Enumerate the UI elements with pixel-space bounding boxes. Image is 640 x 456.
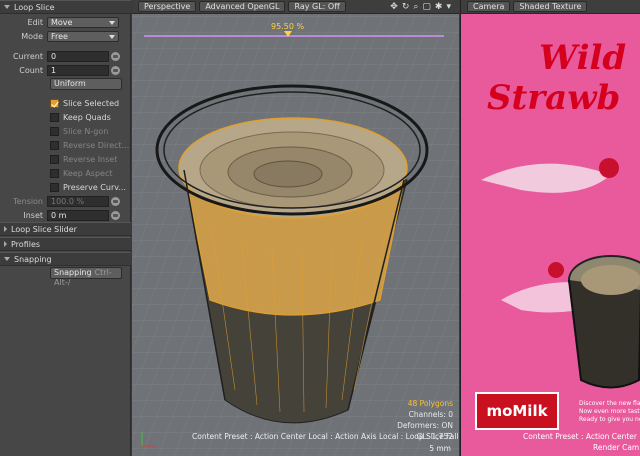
grid-unit: 5 mm	[429, 444, 451, 453]
rotate-view-icon[interactable]: ↻	[402, 2, 410, 12]
tension-field[interactable]: 100.0 %	[47, 195, 109, 207]
checkbox-icon	[50, 168, 59, 178]
slice-slider-value: 95.50 %	[271, 22, 305, 31]
spin-icon[interactable]	[111, 210, 120, 220]
spin-icon[interactable]	[111, 65, 120, 75]
uniform-button[interactable]: Uniform	[50, 78, 122, 90]
current-row: Current 0	[0, 49, 131, 63]
tab-shaded-texture[interactable]: Shaded Texture	[513, 1, 588, 12]
polygon-count: 48 Polygons	[407, 399, 453, 408]
channels-info: Channels: 0	[408, 410, 453, 419]
checkbox-icon	[50, 140, 59, 150]
checkbox-icon	[50, 126, 59, 136]
preserve-curvature-checkbox[interactable]: Preserve Curv...	[50, 181, 126, 193]
edit-label: Edit	[27, 17, 44, 27]
render-camera-text: Render Cam	[593, 443, 640, 452]
current-label: Current	[12, 51, 43, 61]
spin-icon[interactable]	[111, 196, 120, 206]
viewport-status-text: Content Preset : Action Center Local : A…	[192, 432, 459, 441]
zoom-icon[interactable]: ⌕	[413, 2, 418, 12]
tool-properties-panel: Loop Slice Edit Move Mode Free Current 0…	[0, 0, 131, 456]
spin-icon[interactable]	[111, 51, 120, 61]
dropdown-arrow-icon	[109, 34, 115, 39]
checkbox-checked-icon	[50, 98, 59, 108]
checkbox-icon	[50, 182, 59, 192]
reverse-direction-checkbox[interactable]: Reverse Direct...	[50, 139, 129, 151]
tension-row: Tension 100.0 %	[0, 194, 131, 208]
momilk-logo: moMilk	[475, 392, 559, 430]
strawberry-icon	[548, 262, 564, 278]
viewport-nav-icons: ✥ ↻ ⌕ ▢ ✱ ▾	[390, 2, 451, 12]
brand-title-line2: Strawb	[487, 78, 621, 118]
strawberry-icon	[599, 158, 619, 178]
section-loop-slice-slider[interactable]: Loop Slice Slider	[0, 222, 131, 236]
inset-field[interactable]: 0 m	[47, 209, 109, 221]
mode-label: Mode	[21, 31, 43, 41]
section-snapping[interactable]: Snapping	[0, 252, 131, 266]
expand-triangle-icon	[4, 257, 10, 261]
section-profiles[interactable]: Profiles	[0, 237, 131, 251]
menu-arrow-icon[interactable]: ▾	[446, 2, 451, 12]
section-loop-slice[interactable]: Loop Slice	[0, 0, 131, 14]
inset-label: Inset	[23, 210, 43, 220]
collapse-triangle-icon	[4, 241, 7, 247]
edit-row: Edit Move	[0, 15, 131, 29]
slice-ngon-checkbox[interactable]: Slice N-gon	[50, 125, 108, 137]
keep-aspect-checkbox[interactable]: Keep Aspect	[50, 167, 113, 179]
slice-slider-handle[interactable]	[284, 31, 292, 37]
edit-dropdown[interactable]: Move	[47, 16, 119, 28]
viewport-toolbar: Perspective Advanced OpenGL Ray GL: Off …	[132, 0, 459, 14]
render-status-text: Content Preset : Action Center Lo	[523, 432, 640, 441]
move-view-icon[interactable]: ✥	[390, 2, 398, 12]
checkbox-icon	[50, 112, 59, 122]
tension-label: Tension	[13, 196, 43, 206]
checkbox-icon	[50, 154, 59, 164]
expand-triangle-icon	[4, 5, 10, 9]
inset-row: Inset 0 m	[0, 208, 131, 222]
reverse-inset-checkbox[interactable]: Reverse Inset	[50, 153, 117, 165]
current-field[interactable]: 0	[47, 50, 109, 62]
snapping-button[interactable]: Snapping Ctrl-Alt-/	[50, 267, 122, 287]
gear-icon[interactable]: ✱	[435, 2, 443, 12]
keep-quads-checkbox[interactable]: Keep Quads	[50, 111, 111, 123]
slice-selected-checkbox[interactable]: Slice Selected	[50, 97, 119, 109]
fit-icon[interactable]: ▢	[422, 2, 431, 12]
render-toolbar: Camera Shaded Texture	[461, 0, 640, 14]
brand-title-line1: Wild	[539, 38, 627, 78]
collapse-triangle-icon	[4, 226, 7, 232]
viewport-canvas[interactable]	[132, 0, 459, 456]
deformers-info: Deformers: ON	[397, 421, 453, 430]
tab-ray-gl[interactable]: Ray GL: Off	[288, 1, 346, 12]
perspective-viewport[interactable]: Perspective Advanced OpenGL Ray GL: Off …	[132, 0, 459, 456]
tab-camera[interactable]: Camera	[467, 1, 511, 12]
mode-row: Mode Free	[0, 29, 131, 43]
tab-perspective[interactable]: Perspective	[138, 1, 197, 12]
tab-advanced-opengl[interactable]: Advanced OpenGL	[199, 1, 286, 12]
count-label: Count	[19, 65, 43, 75]
render-view[interactable]: Camera Shaded Texture Wild Strawb moMilk…	[460, 0, 640, 456]
slice-slider-track[interactable]	[144, 35, 444, 37]
section-title: Loop Slice	[14, 2, 55, 12]
dropdown-arrow-icon	[109, 20, 115, 25]
count-field[interactable]: 1	[47, 64, 109, 76]
mode-dropdown[interactable]: Free	[47, 30, 119, 42]
promo-text: Discover the new flav Now even more tast…	[579, 400, 640, 423]
count-row: Count 1	[0, 63, 131, 77]
